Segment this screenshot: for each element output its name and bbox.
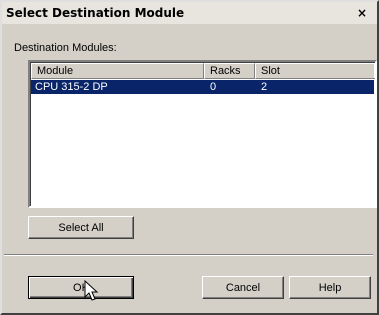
list-header: Module Racks Slot — [31, 63, 375, 79]
select-all-button[interactable]: Select All — [28, 216, 134, 239]
list-item[interactable]: CPU 315-2 DP 0 2 — [31, 80, 374, 94]
cell-racks: 0 — [210, 81, 217, 93]
dialog-title: Select Destination Module — [6, 6, 185, 20]
column-header-racks[interactable]: Racks — [204, 63, 255, 79]
column-header-module[interactable]: Module — [31, 63, 204, 79]
ok-button[interactable]: OK — [28, 276, 134, 299]
cancel-button[interactable]: Cancel — [202, 276, 284, 299]
destination-modules-label: Destination Modules: — [14, 42, 117, 54]
cell-module: CPU 315-2 DP — [35, 81, 108, 93]
cell-slot: 2 — [261, 81, 268, 93]
close-button[interactable]: × — [354, 6, 370, 20]
column-header-slot[interactable]: Slot — [255, 63, 375, 79]
separator — [4, 254, 373, 256]
select-destination-module-dialog: Select Destination Module × Destination … — [0, 0, 379, 315]
help-button[interactable]: Help — [289, 276, 371, 299]
destination-modules-list[interactable]: Module Racks Slot CPU 315-2 DP 0 2 — [28, 60, 377, 208]
title-bar[interactable]: Select Destination Module × — [2, 2, 377, 24]
